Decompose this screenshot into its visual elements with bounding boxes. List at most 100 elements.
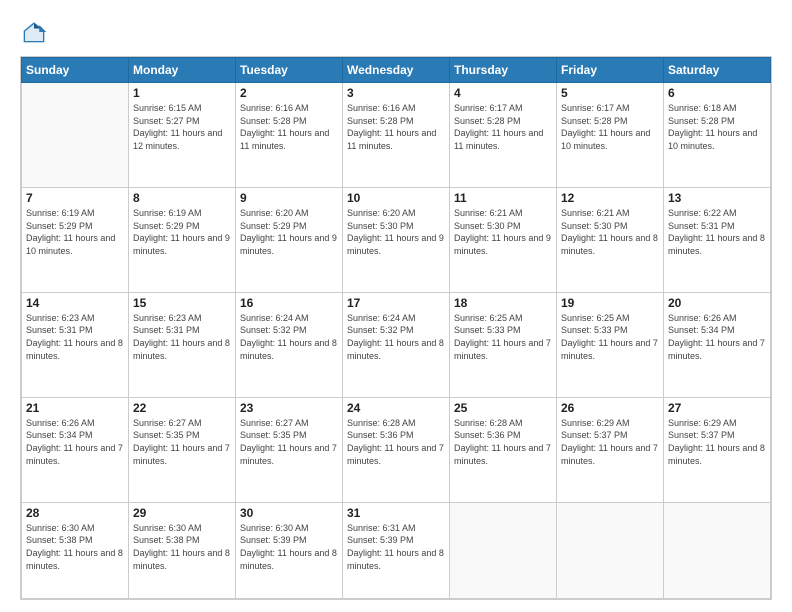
day-info: Sunrise: 6:17 AM Sunset: 5:28 PM Dayligh…: [454, 102, 552, 152]
day-number: 9: [240, 191, 338, 205]
day-info: Sunrise: 6:16 AM Sunset: 5:28 PM Dayligh…: [240, 102, 338, 152]
day-number: 20: [668, 296, 766, 310]
day-info: Sunrise: 6:25 AM Sunset: 5:33 PM Dayligh…: [561, 312, 659, 362]
calendar-cell: 16 Sunrise: 6:24 AM Sunset: 5:32 PM Dayli…: [236, 292, 343, 397]
calendar-cell: 10 Sunrise: 6:20 AM Sunset: 5:30 PM Dayli…: [343, 187, 450, 292]
day-info: Sunrise: 6:27 AM Sunset: 5:35 PM Dayligh…: [133, 417, 231, 467]
day-info: Sunrise: 6:31 AM Sunset: 5:39 PM Dayligh…: [347, 522, 445, 572]
day-number: 27: [668, 401, 766, 415]
calendar-cell: 8Sunrise: 6:19 AM Sunset: 5:29 PM Daylig…: [129, 187, 236, 292]
week-row-5: 28 Sunrise: 6:30 AM Sunset: 5:38 PM Dayli…: [22, 502, 771, 598]
calendar-cell: [22, 83, 129, 188]
logo-icon: [20, 18, 48, 46]
calendar-cell: 23 Sunrise: 6:27 AM Sunset: 5:35 PM Dayli…: [236, 397, 343, 502]
calendar-cell: 21Sunrise: 6:26 AM Sunset: 5:34 PM Dayli…: [22, 397, 129, 502]
weekday-header-friday: Friday: [557, 58, 664, 83]
day-number: 23: [240, 401, 338, 415]
day-number: 5: [561, 86, 659, 100]
weekday-header-tuesday: Tuesday: [236, 58, 343, 83]
weekday-header-thursday: Thursday: [450, 58, 557, 83]
day-number: 3: [347, 86, 445, 100]
day-number: 24: [347, 401, 445, 415]
day-info: Sunrise: 6:23 AM Sunset: 5:31 PM Dayligh…: [26, 312, 124, 362]
calendar-cell: 3 Sunrise: 6:16 AM Sunset: 5:28 PM Daylig…: [343, 83, 450, 188]
weekday-header-monday: Monday: [129, 58, 236, 83]
calendar-cell: 18 Sunrise: 6:25 AM Sunset: 5:33 PM Dayli…: [450, 292, 557, 397]
day-info: Sunrise: 6:30 AM Sunset: 5:39 PM Dayligh…: [240, 522, 338, 572]
day-info: Sunrise: 6:28 AM Sunset: 5:36 PM Dayligh…: [454, 417, 552, 467]
calendar-cell: 11Sunrise: 6:21 AM Sunset: 5:30 PM Dayli…: [450, 187, 557, 292]
calendar-cell: [664, 502, 771, 598]
day-number: 13: [668, 191, 766, 205]
day-number: 14: [26, 296, 124, 310]
day-number: 12: [561, 191, 659, 205]
calendar-cell: 17 Sunrise: 6:24 AM Sunset: 5:32 PM Dayli…: [343, 292, 450, 397]
day-info: Sunrise: 6:30 AM Sunset: 5:38 PM Dayligh…: [26, 522, 124, 572]
weekday-header-row: SundayMondayTuesdayWednesdayThursdayFrid…: [22, 58, 771, 83]
day-number: 28: [26, 506, 124, 520]
day-info: Sunrise: 6:20 AM Sunset: 5:30 PM Dayligh…: [347, 207, 445, 257]
week-row-4: 21Sunrise: 6:26 AM Sunset: 5:34 PM Dayli…: [22, 397, 771, 502]
day-info: Sunrise: 6:29 AM Sunset: 5:37 PM Dayligh…: [668, 417, 766, 467]
day-info: Sunrise: 6:23 AM Sunset: 5:31 PM Dayligh…: [133, 312, 231, 362]
day-number: 1: [133, 86, 231, 100]
day-info: Sunrise: 6:20 AM Sunset: 5:29 PM Dayligh…: [240, 207, 338, 257]
header: [20, 18, 772, 46]
day-info: Sunrise: 6:18 AM Sunset: 5:28 PM Dayligh…: [668, 102, 766, 152]
calendar-cell: 1 Sunrise: 6:15 AM Sunset: 5:27 PM Daylig…: [129, 83, 236, 188]
day-number: 21: [26, 401, 124, 415]
page: SundayMondayTuesdayWednesdayThursdayFrid…: [0, 0, 792, 612]
calendar-cell: 27 Sunrise: 6:29 AM Sunset: 5:37 PM Dayli…: [664, 397, 771, 502]
calendar-cell: 2Sunrise: 6:16 AM Sunset: 5:28 PM Daylig…: [236, 83, 343, 188]
calendar-cell: 6Sunrise: 6:18 AM Sunset: 5:28 PM Daylig…: [664, 83, 771, 188]
day-info: Sunrise: 6:28 AM Sunset: 5:36 PM Dayligh…: [347, 417, 445, 467]
day-number: 10: [347, 191, 445, 205]
calendar-cell: 20 Sunrise: 6:26 AM Sunset: 5:34 PM Dayli…: [664, 292, 771, 397]
day-info: Sunrise: 6:19 AM Sunset: 5:29 PM Dayligh…: [26, 207, 124, 257]
calendar-cell: 22 Sunrise: 6:27 AM Sunset: 5:35 PM Dayli…: [129, 397, 236, 502]
day-info: Sunrise: 6:30 AM Sunset: 5:38 PM Dayligh…: [133, 522, 231, 572]
day-info: Sunrise: 6:16 AM Sunset: 5:28 PM Dayligh…: [347, 102, 445, 152]
day-number: 18: [454, 296, 552, 310]
day-info: Sunrise: 6:25 AM Sunset: 5:33 PM Dayligh…: [454, 312, 552, 362]
day-number: 16: [240, 296, 338, 310]
calendar-cell: 19 Sunrise: 6:25 AM Sunset: 5:33 PM Dayli…: [557, 292, 664, 397]
day-number: 17: [347, 296, 445, 310]
day-info: Sunrise: 6:26 AM Sunset: 5:34 PM Dayligh…: [668, 312, 766, 362]
day-number: 25: [454, 401, 552, 415]
day-info: Sunrise: 6:21 AM Sunset: 5:30 PM Dayligh…: [561, 207, 659, 257]
calendar-cell: [450, 502, 557, 598]
calendar-cell: 28 Sunrise: 6:30 AM Sunset: 5:38 PM Dayli…: [22, 502, 129, 598]
calendar-cell: 14 Sunrise: 6:23 AM Sunset: 5:31 PM Dayli…: [22, 292, 129, 397]
day-info: Sunrise: 6:17 AM Sunset: 5:28 PM Dayligh…: [561, 102, 659, 152]
day-number: 26: [561, 401, 659, 415]
calendar-cell: 24 Sunrise: 6:28 AM Sunset: 5:36 PM Dayli…: [343, 397, 450, 502]
calendar-cell: 4 Sunrise: 6:17 AM Sunset: 5:28 PM Daylig…: [450, 83, 557, 188]
day-number: 19: [561, 296, 659, 310]
calendar-cell: 30 Sunrise: 6:30 AM Sunset: 5:39 PM Dayli…: [236, 502, 343, 598]
week-row-3: 14 Sunrise: 6:23 AM Sunset: 5:31 PM Dayli…: [22, 292, 771, 397]
calendar-cell: 9 Sunrise: 6:20 AM Sunset: 5:29 PM Daylig…: [236, 187, 343, 292]
day-number: 22: [133, 401, 231, 415]
day-info: Sunrise: 6:29 AM Sunset: 5:37 PM Dayligh…: [561, 417, 659, 467]
calendar-cell: 13Sunrise: 6:22 AM Sunset: 5:31 PM Dayli…: [664, 187, 771, 292]
calendar-cell: 15 Sunrise: 6:23 AM Sunset: 5:31 PM Dayli…: [129, 292, 236, 397]
day-info: Sunrise: 6:24 AM Sunset: 5:32 PM Dayligh…: [347, 312, 445, 362]
weekday-header-wednesday: Wednesday: [343, 58, 450, 83]
day-info: Sunrise: 6:15 AM Sunset: 5:27 PM Dayligh…: [133, 102, 231, 152]
calendar-cell: 25 Sunrise: 6:28 AM Sunset: 5:36 PM Dayli…: [450, 397, 557, 502]
calendar-cell: 26 Sunrise: 6:29 AM Sunset: 5:37 PM Dayli…: [557, 397, 664, 502]
day-number: 31: [347, 506, 445, 520]
weekday-header-sunday: Sunday: [22, 58, 129, 83]
calendar-cell: [557, 502, 664, 598]
calendar-cell: 7 Sunrise: 6:19 AM Sunset: 5:29 PM Daylig…: [22, 187, 129, 292]
day-number: 11: [454, 191, 552, 205]
day-number: 4: [454, 86, 552, 100]
calendar-cell: 31 Sunrise: 6:31 AM Sunset: 5:39 PM Dayli…: [343, 502, 450, 598]
day-number: 30: [240, 506, 338, 520]
day-number: 7: [26, 191, 124, 205]
day-info: Sunrise: 6:24 AM Sunset: 5:32 PM Dayligh…: [240, 312, 338, 362]
week-row-1: 1 Sunrise: 6:15 AM Sunset: 5:27 PM Daylig…: [22, 83, 771, 188]
day-number: 15: [133, 296, 231, 310]
day-info: Sunrise: 6:27 AM Sunset: 5:35 PM Dayligh…: [240, 417, 338, 467]
